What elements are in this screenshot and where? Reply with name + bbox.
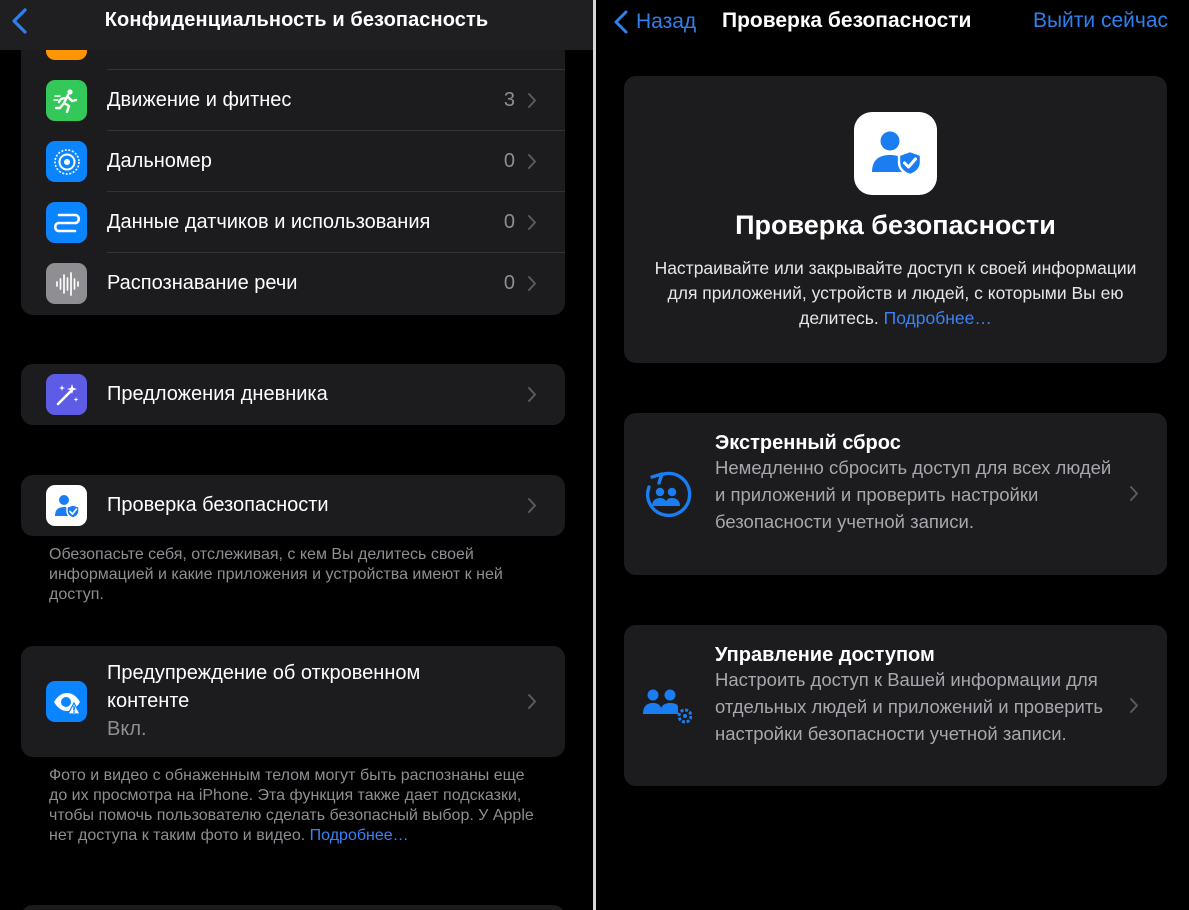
hero-title: Проверка безопасности [735, 210, 1056, 240]
row-sensitive-content-warning[interactable]: Предупреждение об откровенном контенте В… [21, 646, 565, 757]
row-speech-recognition[interactable]: Распознавание речи 0 [21, 253, 565, 314]
option-title: Экстренный сброс [715, 432, 901, 454]
emergency-reset-option[interactable]: Экстренный сброс Немедленно сбросить дос… [624, 413, 1167, 575]
row-label-line1: Предупреждение об откровенном [107, 662, 421, 684]
chevron-right-icon [528, 215, 536, 230]
row-rangefinder[interactable]: Дальномер 0 [21, 131, 565, 192]
row-label: Движение и фитнес [107, 89, 292, 111]
safety-check-icon [854, 112, 937, 195]
chevron-right-icon [1130, 698, 1138, 713]
emergency-reset-icon [645, 471, 692, 518]
row-label: Распознавание речи [107, 272, 298, 294]
sensor-data-icon [46, 202, 87, 243]
permissions-group: Движение и фитнес 3 Дальномер 0 Данные д… [21, 20, 565, 315]
row-count: 0 [503, 211, 515, 233]
hero-card: Проверка безопасности Настраивайте или з… [624, 76, 1167, 363]
page-title: Проверка безопасности [722, 9, 972, 32]
row-count: 3 [503, 89, 515, 111]
quick-exit-button[interactable]: Выйти сейчас [1033, 9, 1168, 33]
back-label: Назад [636, 10, 697, 33]
row-label: Проверка безопасности [107, 494, 329, 516]
hero-description: Настраивайте или закрывайте доступ к сво… [654, 256, 1137, 331]
chevron-right-icon [528, 154, 536, 169]
next-group-partial [21, 905, 565, 910]
learn-more-link[interactable]: Подробнее… [310, 827, 409, 844]
row-label-line2: контенте [107, 690, 190, 712]
waveform-icon [46, 263, 87, 304]
safety-check-icon [46, 485, 87, 526]
option-title: Управление доступом [715, 644, 935, 666]
sensitive-content-footnote: Фото и видео с обнаженным телом могут бы… [49, 766, 539, 846]
safety-check-footnote: Обезопасьте себя, отслеживая, с кем Вы д… [49, 546, 503, 603]
learn-more-link[interactable]: Подробнее… [884, 308, 992, 328]
eye-warning-icon [46, 681, 87, 722]
row-journal-suggestions[interactable]: Предложения дневника [21, 364, 565, 425]
row-count: 0 [503, 272, 515, 294]
footnote-text: Фото и видео с обнаженным телом могут бы… [49, 767, 534, 844]
row-count: 0 [503, 150, 515, 172]
chevron-right-icon [528, 387, 536, 402]
navigation-bar: Назад Проверка безопасности Выйти сейчас [596, 0, 1189, 50]
row-motion-fitness[interactable]: Движение и фитнес 3 [21, 70, 565, 131]
chevron-right-icon [528, 276, 536, 291]
option-description: Немедленно сбросить доступ для всех люде… [715, 457, 1112, 532]
manage-access-option[interactable]: Управление доступом Настроить доступ к В… [624, 625, 1167, 786]
navigation-bar: Конфиденциальность и безопасность [0, 0, 593, 50]
manage-access-icon [643, 689, 692, 724]
row-label: Дальномер [107, 150, 212, 172]
rangefinder-icon [46, 141, 87, 182]
chevron-right-icon [528, 694, 536, 709]
chevron-right-icon [528, 93, 536, 108]
chevron-right-icon [1130, 486, 1138, 501]
safety-check-screen: Назад Проверка безопасности Выйти сейчас… [596, 0, 1189, 910]
option-description: Настроить доступ к Вашей информации для … [715, 669, 1103, 744]
chevron-left-icon [614, 10, 628, 34]
row-label: Предложения дневника [107, 383, 328, 405]
privacy-settings-screen: Конфиденциальность и безопасность Движен… [0, 0, 593, 910]
row-value: Вкл. [107, 718, 147, 740]
safety-check-group: Проверка безопасности [21, 475, 565, 536]
journal-group: Предложения дневника [21, 364, 565, 425]
row-safety-check[interactable]: Проверка безопасности [21, 475, 565, 536]
chevron-right-icon [528, 498, 536, 513]
row-sensor-data[interactable]: Данные датчиков и использования 0 [21, 192, 565, 253]
running-figure-icon [46, 80, 87, 121]
row-label: Данные датчиков и использования [107, 211, 431, 233]
sparkles-icon [46, 374, 87, 415]
back-button[interactable]: Назад [612, 7, 696, 37]
sensitive-content-group: Предупреждение об откровенном контенте В… [21, 646, 565, 757]
page-title: Конфиденциальность и безопасность [104, 9, 489, 31]
